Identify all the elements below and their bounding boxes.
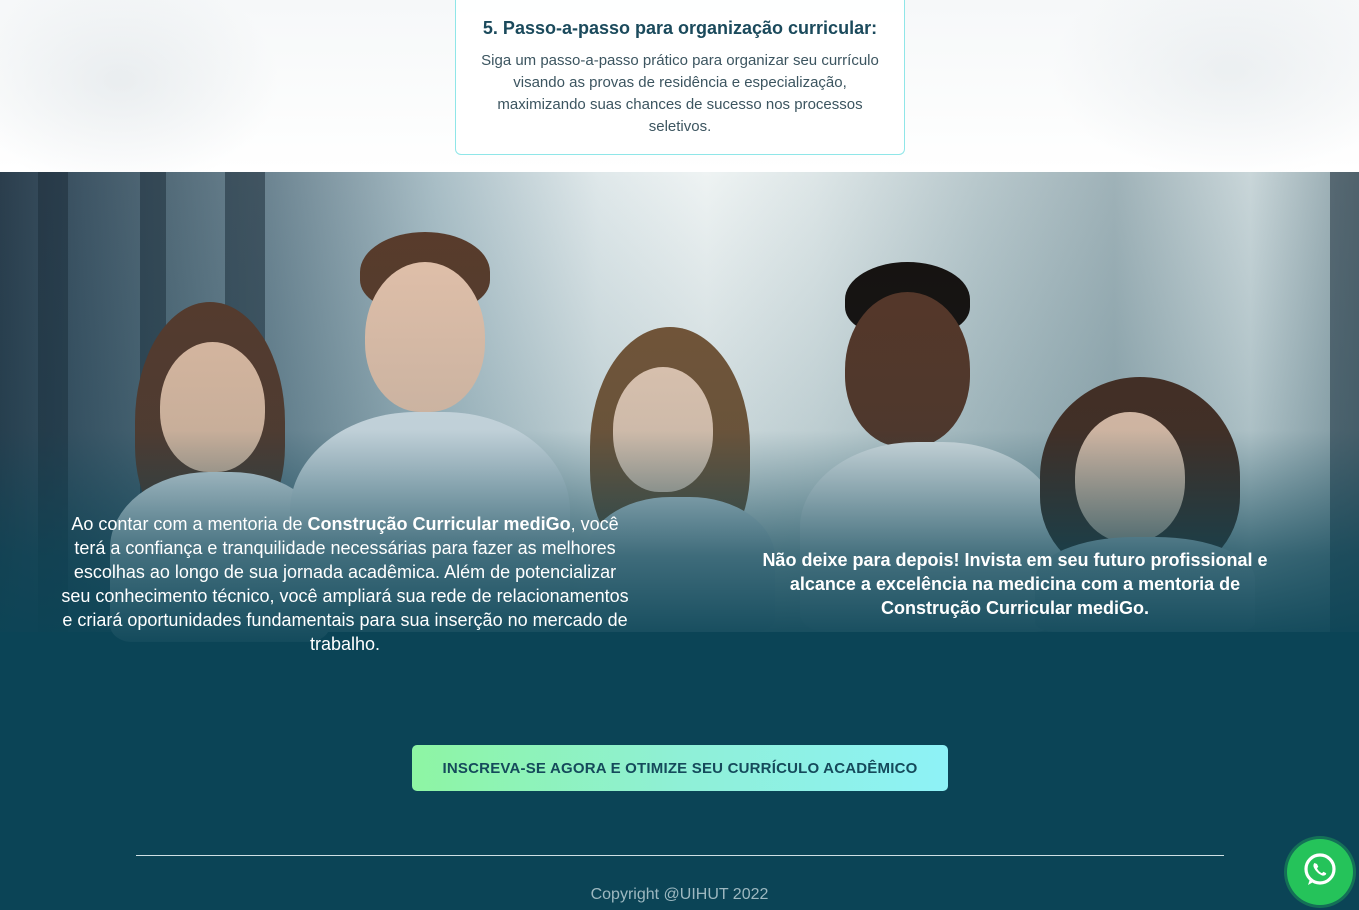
step-card-title: 5. Passo-a-passo para organização curric… xyxy=(482,18,878,38)
hero-left-text-prefix: Ao contar com a mentoria de xyxy=(71,514,308,534)
footer-divider xyxy=(136,855,1224,856)
hero-left-text-brand: Construção Curricular mediGo xyxy=(307,514,571,534)
hero-section: Ao contar com a mentoria de Construção C… xyxy=(0,172,1359,910)
footer-copyright: Copyright @UIHUT 2022 xyxy=(590,886,769,903)
signup-cta-button[interactable]: INSCREVA-SE AGORA E OTIMIZE SEU CURRÍCUL… xyxy=(412,745,948,791)
features-section: 5. Passo-a-passo para organização curric… xyxy=(0,0,1359,172)
background-blur xyxy=(1050,0,1359,172)
hero-right-text: Não deixe para depois! Invista em seu fu… xyxy=(762,550,1268,618)
step-card: 5. Passo-a-passo para organização curric… xyxy=(455,0,905,155)
background-blur xyxy=(0,0,280,172)
whatsapp-button[interactable] xyxy=(1287,839,1353,905)
hero-left-text-suffix: , você terá a confiança e tranquilidade … xyxy=(61,514,629,654)
step-card-description: Siga um passo-a-passo prático para organ… xyxy=(481,52,879,135)
hero-left-text: Ao contar com a mentoria de Construção C… xyxy=(60,512,630,656)
whatsapp-icon xyxy=(1299,849,1341,896)
